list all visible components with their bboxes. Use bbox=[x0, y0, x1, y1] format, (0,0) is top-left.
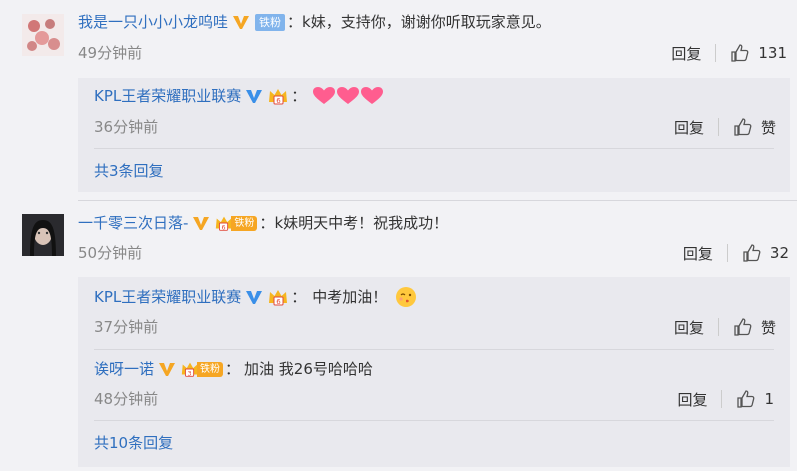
view-more-replies-link[interactable]: 共10条回复 bbox=[94, 432, 173, 454]
reply-actions: 回复 1 bbox=[677, 388, 774, 410]
like-label: 赞 bbox=[760, 318, 776, 337]
comment-text: k妹，支持你，谢谢你听取玩家意见。 bbox=[302, 13, 551, 31]
divider bbox=[715, 44, 717, 62]
reply-button[interactable]: 回复 bbox=[677, 389, 707, 410]
reply-actions: 回复 赞 bbox=[674, 116, 776, 138]
comment-text: k妹明天中考！祝我成功！ bbox=[274, 214, 449, 232]
like-button[interactable]: 1 bbox=[736, 389, 774, 409]
like-button[interactable]: 赞 bbox=[733, 117, 776, 138]
svg-text:6: 6 bbox=[222, 224, 226, 231]
divider bbox=[726, 244, 728, 262]
username[interactable]: 我是一只小小小龙呜哇 bbox=[78, 11, 228, 33]
reply-header: 诶呀一诺 3 铁粉 ： 加油 我26号哈哈哈 bbox=[94, 358, 373, 380]
like-label: 赞 bbox=[760, 118, 776, 137]
svg-text:6: 6 bbox=[277, 97, 282, 105]
crown-fan-badge: 6 铁粉 bbox=[214, 213, 258, 233]
reply-list: KPL王者荣耀职业联赛 6 ： 中考加油！ 37分钟前 回复 赞 诶呀一诺 3 … bbox=[78, 277, 790, 467]
reply-button[interactable]: 回复 bbox=[674, 117, 704, 138]
verified-v-icon bbox=[245, 288, 263, 306]
avatar[interactable] bbox=[22, 214, 64, 256]
divider bbox=[717, 118, 719, 136]
reply-time: 36分钟前 bbox=[94, 118, 159, 136]
heart-emoji bbox=[312, 86, 384, 106]
reply-text: 加油 我26号哈哈哈 bbox=[244, 360, 373, 378]
like-count: 32 bbox=[769, 244, 789, 262]
username[interactable]: KPL王者荣耀职业联赛 bbox=[94, 85, 241, 107]
reply-button[interactable]: 回复 bbox=[671, 43, 701, 64]
like-button[interactable]: 赞 bbox=[733, 317, 776, 338]
username[interactable]: 一千零三次日落- bbox=[78, 212, 188, 234]
like-count: 1 bbox=[764, 390, 774, 408]
username[interactable]: KPL王者荣耀职业联赛 bbox=[94, 286, 241, 308]
crown-badge-icon: 6 bbox=[267, 86, 289, 106]
reply-time: 48分钟前 bbox=[94, 390, 159, 408]
crown-badge-icon: 6 bbox=[267, 287, 289, 307]
like-button[interactable]: 131 bbox=[730, 43, 787, 63]
fan-badge: 铁粉 bbox=[255, 13, 286, 31]
divider bbox=[94, 148, 774, 149]
svg-text:6: 6 bbox=[277, 298, 282, 306]
like-button[interactable]: 32 bbox=[742, 243, 789, 263]
crown-fan-badge: 3 铁粉 bbox=[180, 359, 224, 379]
comment-actions: 回复 32 bbox=[683, 242, 789, 264]
divider bbox=[94, 349, 774, 350]
username[interactable]: 诶呀一诺 bbox=[94, 358, 154, 380]
reply-header: KPL王者荣耀职业联赛 6 ： bbox=[94, 85, 384, 107]
reply-button[interactable]: 回复 bbox=[674, 317, 704, 338]
verified-v-icon bbox=[192, 214, 210, 232]
kiss-emoji bbox=[395, 286, 417, 308]
divider bbox=[78, 200, 797, 201]
divider bbox=[717, 318, 719, 336]
reply-list: KPL王者荣耀职业联赛 6 ： 36分钟前 回复 赞 共3条回复 bbox=[78, 78, 790, 192]
verified-v-icon bbox=[232, 13, 250, 31]
verified-v-icon bbox=[158, 360, 176, 378]
thumbs-up-icon bbox=[743, 244, 761, 262]
like-count: 131 bbox=[758, 44, 787, 62]
thumbs-up-icon bbox=[737, 390, 755, 408]
comment-time: 50分钟前 bbox=[78, 244, 143, 262]
comment-header: 我是一只小小小龙呜哇 铁粉 ： k妹，支持你，谢谢你听取玩家意见。 bbox=[78, 11, 551, 33]
view-more-replies-link[interactable]: 共3条回复 bbox=[94, 160, 164, 182]
svg-text:3: 3 bbox=[188, 370, 192, 377]
reply-actions: 回复 赞 bbox=[674, 316, 776, 338]
comment-actions: 回复 131 bbox=[671, 42, 787, 64]
divider bbox=[94, 420, 774, 421]
thumbs-up-icon bbox=[734, 318, 752, 336]
reply-header: KPL王者荣耀职业联赛 6 ： 中考加油！ bbox=[94, 286, 417, 308]
comment-header: 一千零三次日落- 6 铁粉 ： k妹明天中考！祝我成功！ bbox=[78, 212, 449, 234]
avatar[interactable] bbox=[22, 14, 64, 56]
reply-text: 中考加油！ bbox=[312, 288, 388, 306]
thumbs-up-icon bbox=[731, 44, 749, 62]
reply-time: 37分钟前 bbox=[94, 318, 159, 336]
comment-time: 49分钟前 bbox=[78, 44, 143, 62]
divider bbox=[721, 390, 723, 408]
verified-v-icon bbox=[245, 87, 263, 105]
thumbs-up-icon bbox=[734, 118, 752, 136]
reply-button[interactable]: 回复 bbox=[683, 243, 713, 264]
